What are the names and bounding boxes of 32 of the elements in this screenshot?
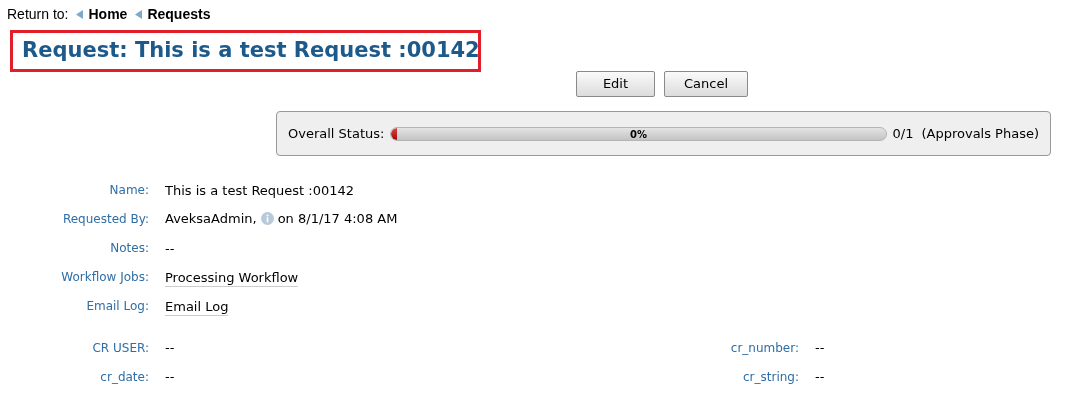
field-value: This is a test Request :00142	[165, 182, 355, 198]
field-label: Email Log:	[85, 297, 149, 315]
back-arrow-icon	[135, 10, 143, 19]
field-label: Workflow Jobs:	[60, 268, 149, 286]
field-label: cr_string:	[741, 368, 799, 386]
field-label: Requested By:	[61, 210, 149, 228]
field-label: Notes:	[109, 239, 149, 257]
back-arrow-icon	[76, 10, 84, 19]
field-value: --	[165, 338, 175, 357]
action-button[interactable]: Cancel	[664, 71, 748, 97]
info-icon[interactable]	[260, 212, 274, 225]
field-link[interactable]: Email Log	[165, 298, 229, 316]
return-label: Return to:	[7, 5, 69, 24]
progress-percent: 0%	[630, 127, 647, 140]
field-label: CR USER:	[91, 339, 149, 357]
field-label: cr_number:	[729, 339, 799, 357]
field-link[interactable]: Processing Workflow	[165, 269, 299, 287]
field-label: Name:	[108, 181, 149, 199]
field-value: --	[815, 367, 825, 386]
progress-count: 0/1	[892, 124, 914, 143]
breadcrumb-link[interactable]: Requests	[147, 4, 211, 25]
field-value: --	[165, 367, 175, 386]
user-name: AveksaAdmin,	[165, 209, 257, 228]
field-label: cr_date:	[99, 368, 149, 386]
action-button[interactable]: Edit	[576, 71, 655, 97]
page-title: Request: This is a test Request :00142	[22, 37, 480, 65]
field-value: --	[815, 338, 825, 357]
field-value: --	[165, 240, 175, 256]
status-label: Overall Status:	[288, 124, 385, 143]
breadcrumb-link[interactable]: Home	[88, 4, 128, 25]
request-date: on 8/1/17 4:08 AM	[277, 209, 398, 228]
phase-label: (Approvals Phase)	[921, 124, 1039, 143]
